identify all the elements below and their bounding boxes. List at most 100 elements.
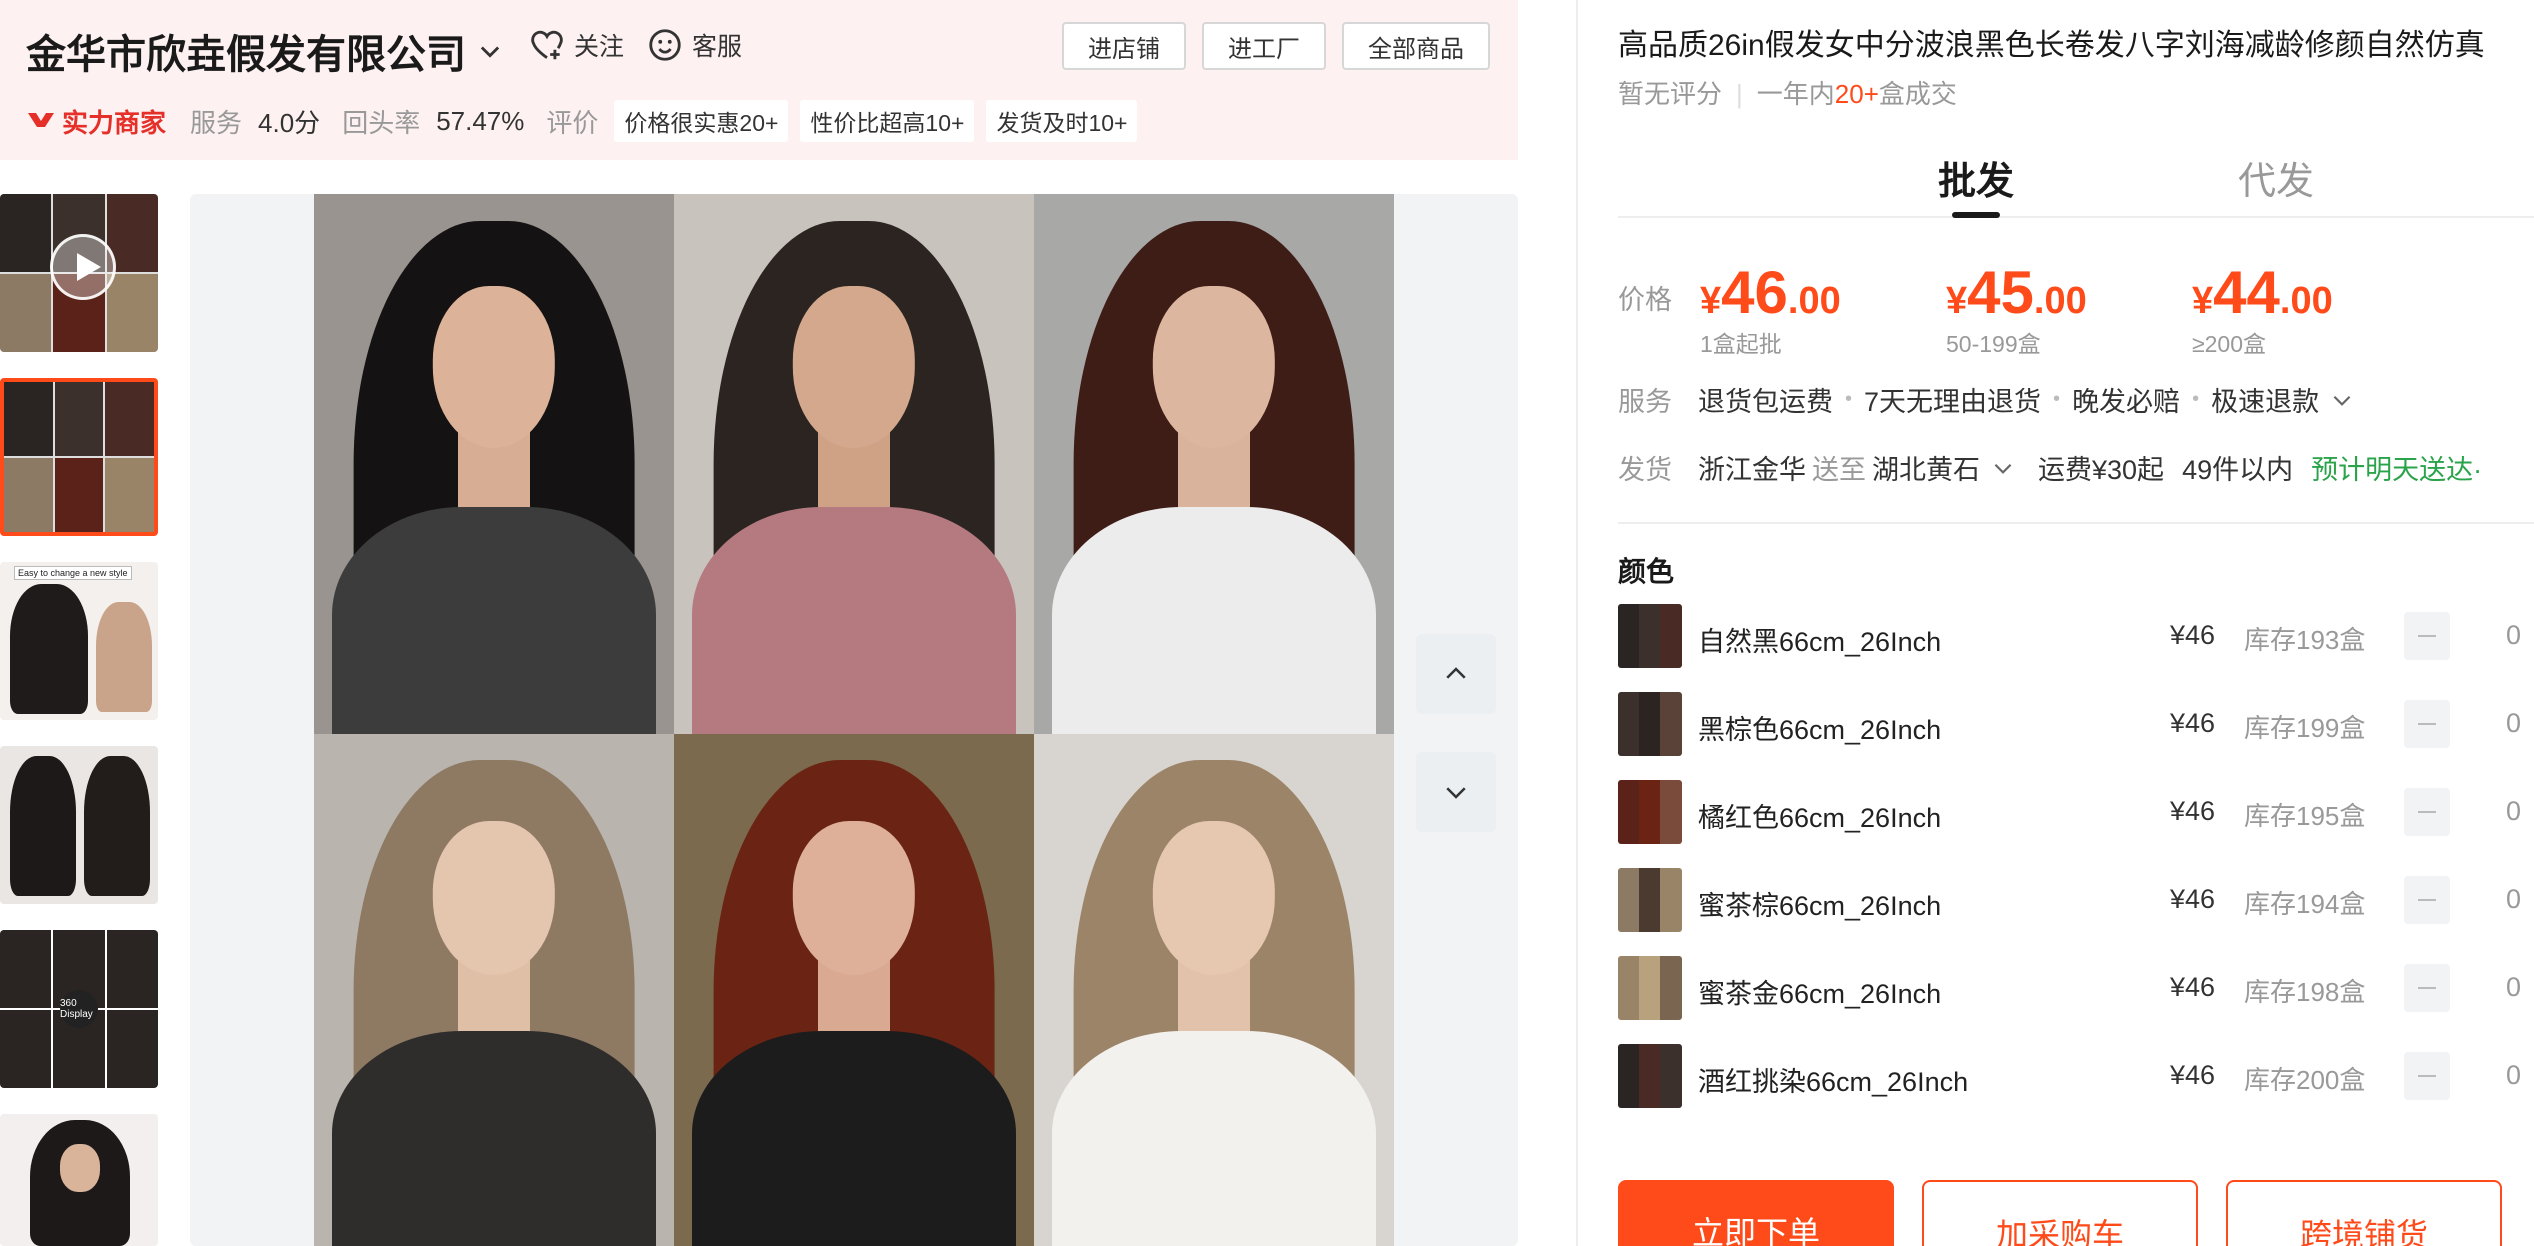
- 360-badge: 360 Display: [60, 990, 98, 1028]
- quantity-decrease-button[interactable]: [2404, 612, 2450, 660]
- chevron-down-icon: [480, 46, 500, 58]
- sku-stock: 库存195盒: [2244, 801, 2366, 831]
- sku-row: 蜜茶金66cm_26Inch ¥46 库存198盒 0: [1618, 956, 2534, 1022]
- chevron-down-icon[interactable]: [1990, 455, 2016, 481]
- thumbnail-caption: Easy to change a new style: [14, 566, 132, 580]
- section-divider: [1618, 522, 2534, 524]
- sku-row: 酒红挑染66cm_26Inch ¥46 库存200盒 0: [1618, 1044, 2534, 1110]
- service-item: 晚发必赔: [2072, 387, 2181, 417]
- quantity-decrease-button[interactable]: [2404, 788, 2450, 836]
- quantity-decrease-button[interactable]: [2404, 1052, 2450, 1100]
- sku-stock: 库存193盒: [2244, 625, 2366, 655]
- quantity-input[interactable]: 0: [2506, 1060, 2521, 1091]
- price-tier-1: ¥46.00 1盒起批: [1700, 259, 1841, 357]
- smile-service-icon: [649, 29, 681, 61]
- sku-price: ¥46: [2170, 620, 2216, 650]
- rating-text: 暂无评分: [1618, 79, 1723, 109]
- sku-name: 自然黑66cm_26Inch: [1698, 627, 1942, 657]
- enter-factory-button[interactable]: 进工厂: [1202, 22, 1326, 70]
- sku-row: 黑棕色66cm_26Inch ¥46 库存199盒 0: [1618, 692, 2534, 758]
- quantity-decrease-button[interactable]: [2404, 964, 2450, 1012]
- review-tag[interactable]: 性价比超高10+: [800, 100, 975, 142]
- sku-thumbnail: [1618, 692, 1682, 756]
- add-to-cart-button[interactable]: 加采购车: [1922, 1180, 2198, 1246]
- panel-divider: [1576, 0, 1578, 1246]
- sku-stock: 库存198盒: [2244, 977, 2366, 1007]
- sku-name: 酒红挑染66cm_26Inch: [1698, 1067, 1969, 1097]
- quantity-input[interactable]: 0: [2506, 620, 2521, 651]
- cross-border-listing-button[interactable]: 跨境铺货: [2226, 1180, 2502, 1246]
- price-tier-3: ¥44.00 ≥200盒: [2192, 259, 2333, 357]
- tab-active-indicator: [1952, 212, 2000, 218]
- quantity-input[interactable]: 0: [2506, 884, 2521, 915]
- sales-suffix: 盒成交: [1878, 79, 1957, 109]
- follow-button[interactable]: 关注: [528, 26, 624, 64]
- enter-shop-button[interactable]: 进店铺: [1062, 22, 1186, 70]
- sku-thumbnail: [1618, 956, 1682, 1020]
- price-tier-2: ¥45.00 50-199盒: [1946, 259, 2087, 357]
- service-label: 客服: [692, 33, 743, 61]
- ship-to-selector[interactable]: 湖北黄石: [1872, 448, 1980, 487]
- shipping-row-label: 发货: [1618, 455, 1672, 485]
- sku-thumbnail: [1618, 868, 1682, 932]
- sku-thumbnail: [1618, 780, 1682, 844]
- shop-stats: 实力商家 服务 4.0分 回头率 57.47% 评价 价格很实惠20+ 性价比超…: [26, 100, 1149, 142]
- sku-name: 黑棕色66cm_26Inch: [1698, 715, 1942, 745]
- service-guarantees[interactable]: 退货包运费 • 7天无理由退货 • 晚发必赔 • 极速退款: [1698, 380, 2355, 419]
- service-item: 7天无理由退货: [1864, 387, 2042, 417]
- strength-merchant-icon: [28, 113, 54, 127]
- review-tag[interactable]: 发货及时10+: [986, 100, 1138, 142]
- quantity-decrease-button[interactable]: [2404, 700, 2450, 748]
- main-product-image[interactable]: [314, 194, 1394, 1246]
- review-tag[interactable]: 价格很实惠20+: [614, 100, 789, 142]
- repurchase-label: 回头率: [342, 107, 421, 138]
- sku-price: ¥46: [2170, 796, 2216, 826]
- heart-plus-icon: [531, 30, 563, 60]
- repurchase-rate: 57.47%: [436, 105, 525, 136]
- purchase-mode-tabs: 批发 代发: [1618, 150, 2534, 218]
- thumbnail-front-back[interactable]: [0, 746, 158, 904]
- shop-name-text: 金华市欣垚假发有限公司: [26, 33, 466, 77]
- price-label: 价格: [1618, 285, 1672, 315]
- tab-dropship[interactable]: 代发: [2238, 150, 2314, 205]
- price-tier-range: ≥200盒: [2192, 331, 2266, 357]
- shipping-fee: 运费¥30起: [2038, 455, 2165, 485]
- thumbnail-video[interactable]: [0, 194, 158, 352]
- ship-from: 浙江金华: [1698, 455, 1806, 485]
- order-now-button[interactable]: 立即下单: [1618, 1180, 1894, 1246]
- all-products-button[interactable]: 全部商品: [1342, 22, 1490, 70]
- review-label: 评价: [546, 107, 599, 138]
- sku-thumbnail: [1618, 1044, 1682, 1108]
- price-tier-range: 1盒起批: [1700, 331, 1782, 357]
- quantity-input[interactable]: 0: [2506, 796, 2521, 827]
- sales-prefix: 一年内: [1756, 79, 1835, 109]
- follow-label: 关注: [574, 33, 625, 61]
- delivery-eta: 预计明天送达·: [2311, 455, 2483, 485]
- sku-name: 蜜茶金66cm_26Inch: [1698, 979, 1942, 1009]
- service-score: 4.0分: [258, 107, 321, 138]
- model-black-brown: [674, 194, 1034, 734]
- model-natural-black: [314, 194, 674, 734]
- gallery-down-button[interactable]: [1416, 752, 1496, 832]
- tab-wholesale[interactable]: 批发: [1938, 150, 2014, 205]
- quantity-input[interactable]: 0: [2506, 708, 2521, 739]
- thumbnail-before-after[interactable]: Easy to change a new style: [0, 562, 158, 720]
- quantity-input[interactable]: 0: [2506, 972, 2521, 1003]
- thumbnail-model[interactable]: [0, 1114, 158, 1246]
- shop-header: 金华市欣垚假发有限公司 关注 客服 进店铺 进工厂 全部商品 实力商家 服务 4…: [0, 0, 1518, 160]
- sku-row: 橘红色66cm_26Inch ¥46 库存195盒 0: [1618, 780, 2534, 846]
- service-item: 极速退款: [2211, 387, 2320, 417]
- customer-service-button[interactable]: 客服: [646, 26, 742, 64]
- price-tier-range: 50-199盒: [1946, 331, 2041, 357]
- thumbnail-360[interactable]: 360 Display: [0, 930, 158, 1088]
- rating-row: 暂无评分 | 一年内20+盒成交: [1618, 79, 1957, 109]
- sku-price: ¥46: [2170, 1060, 2216, 1090]
- shipping-info: 浙江金华 送至 湖北黄石 运费¥30起 49件以内 预计明天送达·: [1698, 448, 2482, 487]
- sku-stock: 库存199盒: [2244, 713, 2366, 743]
- gallery-up-button[interactable]: [1416, 634, 1496, 714]
- quantity-decrease-button[interactable]: [2404, 876, 2450, 924]
- service-row-label: 服务: [1618, 387, 1672, 417]
- shop-name[interactable]: 金华市欣垚假发有限公司: [26, 22, 504, 80]
- thumbnail-selected[interactable]: [0, 378, 158, 536]
- color-section-title: 颜色: [1618, 556, 1675, 587]
